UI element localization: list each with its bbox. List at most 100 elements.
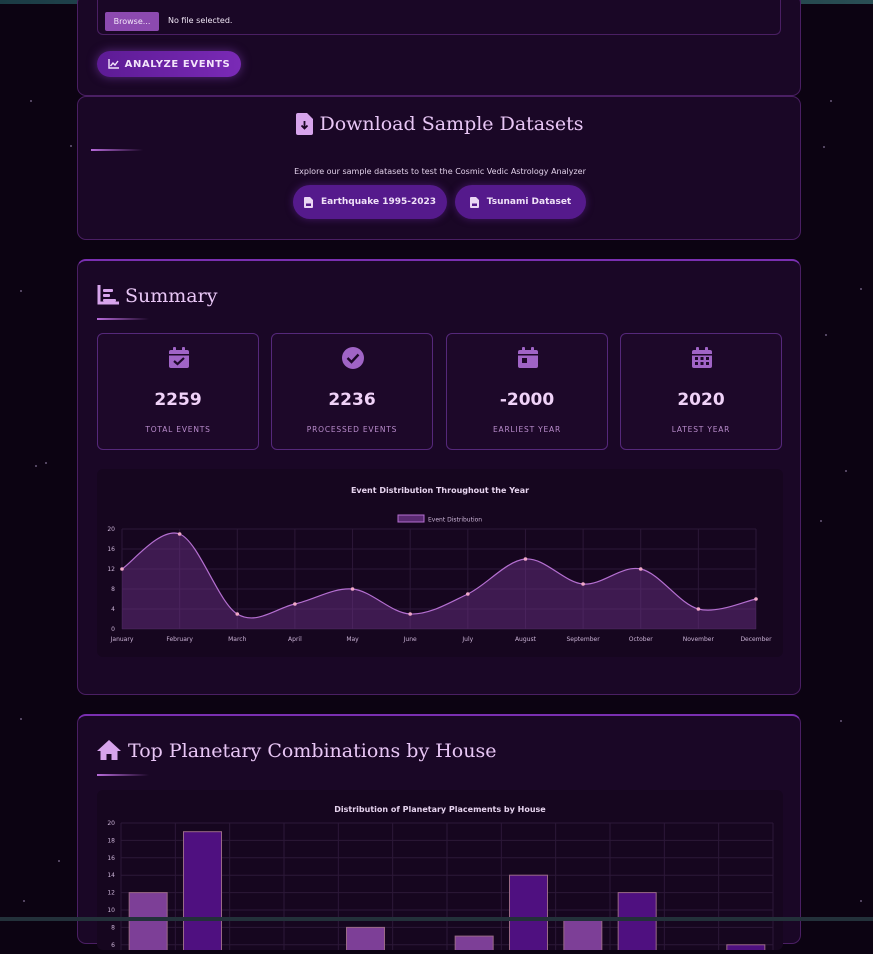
- bar: [183, 831, 222, 954]
- data-point: [696, 607, 701, 611]
- x-tick-label: April: [288, 636, 302, 643]
- earthquake-dataset-label: Earthquake 1995-2023: [320, 197, 437, 207]
- bar: [563, 918, 603, 954]
- data-point: [408, 612, 412, 616]
- stat-label: LATEST YEAR: [671, 425, 731, 434]
- csv-file-icon: [303, 196, 313, 208]
- data-point: [120, 567, 124, 571]
- file-download-icon: [296, 113, 314, 135]
- stat-value: 2020: [677, 390, 725, 410]
- star-dot: [840, 720, 842, 722]
- star-dot: [845, 470, 847, 472]
- bar: [346, 926, 385, 954]
- stat-label: EARLIEST YEAR: [493, 425, 561, 434]
- star-dot: [830, 100, 832, 102]
- title-underline: [97, 774, 149, 776]
- bar: [128, 892, 168, 954]
- sample-title-row: Download Sample Datasets: [78, 113, 802, 135]
- stat-value: 2236: [328, 390, 376, 410]
- y-tick-label: 20: [107, 820, 115, 827]
- csv-file-icon: [469, 196, 479, 208]
- stat-label: PROCESSED EVENTS: [306, 425, 398, 434]
- x-tick-label: October: [629, 636, 654, 643]
- tsunami-dataset-label: Tsunami Dataset: [486, 197, 572, 207]
- data-point: [466, 592, 470, 596]
- stat-total-events: 2259 TOTAL EVENTS: [97, 333, 259, 450]
- x-tick-label: August: [515, 636, 537, 643]
- data-point: [293, 602, 297, 606]
- y-tick-label: 18: [107, 837, 115, 844]
- star-dot: [70, 145, 72, 147]
- stat-value: -2000: [499, 390, 555, 410]
- bar: [617, 892, 657, 954]
- calendar-check-icon: [169, 347, 189, 368]
- stat-processed-events: 2236 PROCESSED EVENTS: [271, 333, 433, 450]
- star-dot: [823, 146, 825, 148]
- chart-line-icon: [107, 59, 119, 69]
- upload-card: Browse... No file selected. ANALYZE EVEN…: [77, 0, 801, 96]
- star-dot: [20, 718, 22, 720]
- bar-chart-svg: Distribution of Planetary Placements by …: [107, 805, 774, 954]
- file-input[interactable]: Browse... No file selected.: [97, 0, 781, 35]
- x-tick-label: February: [166, 636, 193, 643]
- browse-button[interactable]: Browse...: [105, 12, 159, 31]
- x-tick-label: July: [461, 636, 473, 643]
- star-dot: [23, 900, 25, 902]
- title-underline: [91, 149, 143, 151]
- stat-earliest-year: -2000 EARLIEST YEAR: [446, 333, 608, 450]
- background-strip-bottom: [0, 917, 873, 921]
- tsunami-dataset-button[interactable]: Tsunami Dataset: [455, 185, 586, 219]
- x-tick-label: September: [567, 636, 601, 643]
- x-tick-label: December: [740, 636, 772, 643]
- data-point: [638, 567, 643, 571]
- analyze-events-label: ANALYZE EVENTS: [124, 58, 231, 70]
- bar: [726, 944, 766, 954]
- star-dot: [45, 462, 47, 464]
- summary-title: Summary: [125, 285, 218, 307]
- data-point: [350, 587, 355, 591]
- sample-datasets-title: Download Sample Datasets: [319, 113, 584, 135]
- star-dot: [860, 900, 862, 902]
- house-distribution-chart: Distribution of Planetary Placements by …: [97, 790, 783, 954]
- x-tick-label: May: [346, 636, 359, 643]
- summary-card: Summary 2259 TOTAL EVENTS 2236 PROCESSED…: [77, 259, 801, 695]
- y-tick-label: 0: [111, 626, 115, 633]
- chart-title: Distribution of Planetary Placements by …: [334, 805, 546, 814]
- star-dot: [825, 334, 827, 336]
- calendar-grid-icon: [692, 347, 712, 368]
- star-dot: [30, 100, 32, 102]
- combinations-title: Top Planetary Combinations by House: [128, 740, 497, 762]
- stat-label: TOTAL EVENTS: [145, 425, 211, 434]
- file-status: No file selected.: [168, 16, 233, 25]
- event-distribution-chart: Event Distribution Throughout the Year Ev…: [97, 469, 783, 657]
- data-point: [235, 612, 240, 616]
- x-tick-label: January: [110, 636, 134, 643]
- y-tick-label: 12: [107, 890, 115, 897]
- line-chart-svg: Event Distribution Throughout the Year Ev…: [107, 486, 772, 643]
- analyze-events-button[interactable]: ANALYZE EVENTS: [97, 51, 241, 77]
- calendar-day-icon: [518, 347, 538, 368]
- y-tick-label: 20: [107, 526, 115, 533]
- star-dot: [860, 288, 862, 290]
- data-point: [754, 597, 758, 601]
- y-tick-label: 8: [111, 924, 115, 931]
- y-tick-label: 16: [107, 546, 115, 553]
- planetary-combinations-card: Top Planetary Combinations by House Dist…: [77, 714, 801, 954]
- earthquake-dataset-button[interactable]: Earthquake 1995-2023: [293, 185, 447, 219]
- sample-description: Explore our sample datasets to test the …: [294, 167, 586, 176]
- stat-value: 2259: [154, 390, 202, 410]
- data-point: [177, 532, 182, 536]
- star-dot: [20, 290, 22, 292]
- legend-swatch: [397, 514, 425, 523]
- legend-label: Event Distribution: [428, 517, 482, 524]
- title-underline: [97, 318, 149, 320]
- y-tick-label: 10: [107, 907, 115, 914]
- list-chart-icon: [97, 285, 119, 305]
- check-circle-icon: [342, 347, 364, 369]
- y-tick-label: 6: [111, 942, 115, 949]
- x-tick-label: June: [403, 636, 417, 643]
- home-icon: [97, 740, 121, 760]
- x-tick-label: November: [683, 636, 715, 643]
- bar: [509, 874, 548, 954]
- y-tick-label: 8: [111, 586, 115, 593]
